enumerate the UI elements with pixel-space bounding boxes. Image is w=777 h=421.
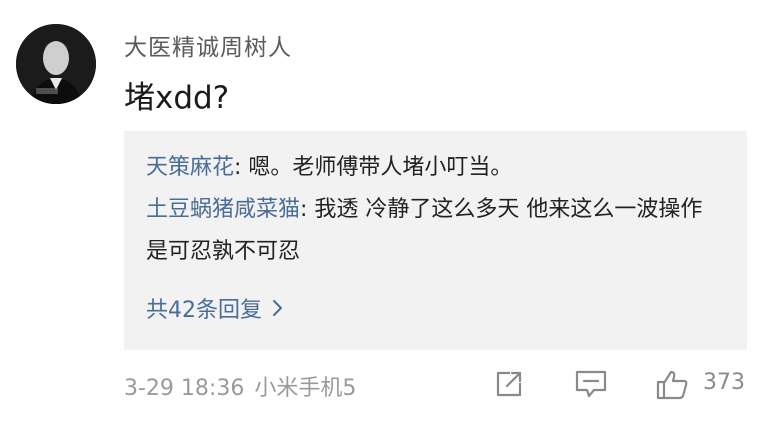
reply-separator: : [234,155,249,180]
comment-icon[interactable] [574,369,608,399]
comment-timestamp: 3-29 18:36 [124,376,245,401]
reply-item: 土豆蜗猪咸菜猫: 我透 冷静了这么多天 他来这么一波操作 是可忍孰不可忍 [146,189,729,273]
comment-text: 堵xdd? [124,80,230,116]
reply-text: 嗯。老师傅带人堵小叮当。 [248,155,513,180]
reply-item: 天策麻花: 嗯。老师傅带人堵小叮当。 [146,147,729,189]
more-replies-link[interactable]: 共42条回复 [146,292,284,324]
share-icon[interactable] [494,369,524,399]
comment-username[interactable]: 大医精诚周树人 [124,28,292,62]
chevron-right-icon [273,300,282,316]
reply-author[interactable]: 天策麻花 [146,155,234,180]
comment-meta: 3-29 18:36 小米手机5 [124,370,356,402]
thumbs-up-icon[interactable] [655,369,689,401]
comment-device: 小米手机5 [254,376,357,401]
reply-author[interactable]: 土豆蜗猪咸菜猫 [146,197,300,222]
reply-separator: : [300,197,315,222]
more-replies-label: 共42条回复 [146,298,262,323]
avatar[interactable] [16,24,96,104]
reply-thread: 天策麻花: 嗯。老师傅带人堵小叮当。 土豆蜗猪咸菜猫: 我透 冷静了这么多天 他… [124,131,747,350]
like-count: 373 [703,370,745,395]
